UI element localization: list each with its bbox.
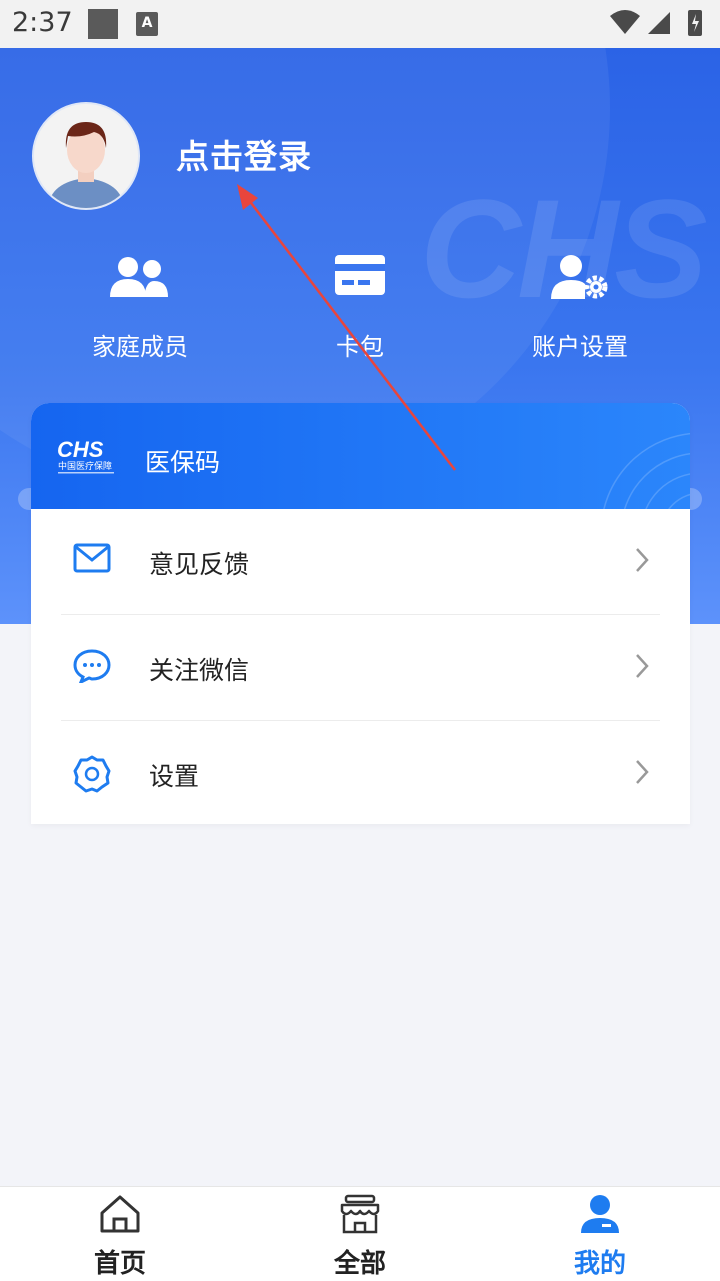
tab-home[interactable]: 首页 bbox=[0, 1187, 240, 1280]
store-icon bbox=[240, 1193, 480, 1239]
tab-mine[interactable]: 我的 bbox=[480, 1187, 720, 1280]
profile-icon bbox=[480, 1193, 720, 1239]
tab-all[interactable]: 全部 bbox=[240, 1187, 480, 1280]
tab-label: 首页 bbox=[93, 1249, 146, 1279]
tab-label: 全部 bbox=[333, 1249, 386, 1279]
bottom-tab-bar: 首页 全部 我的 bbox=[0, 1186, 720, 1281]
home-icon bbox=[0, 1193, 240, 1239]
tab-label: 我的 bbox=[573, 1249, 626, 1279]
annotation-arrow bbox=[237, 184, 456, 471]
